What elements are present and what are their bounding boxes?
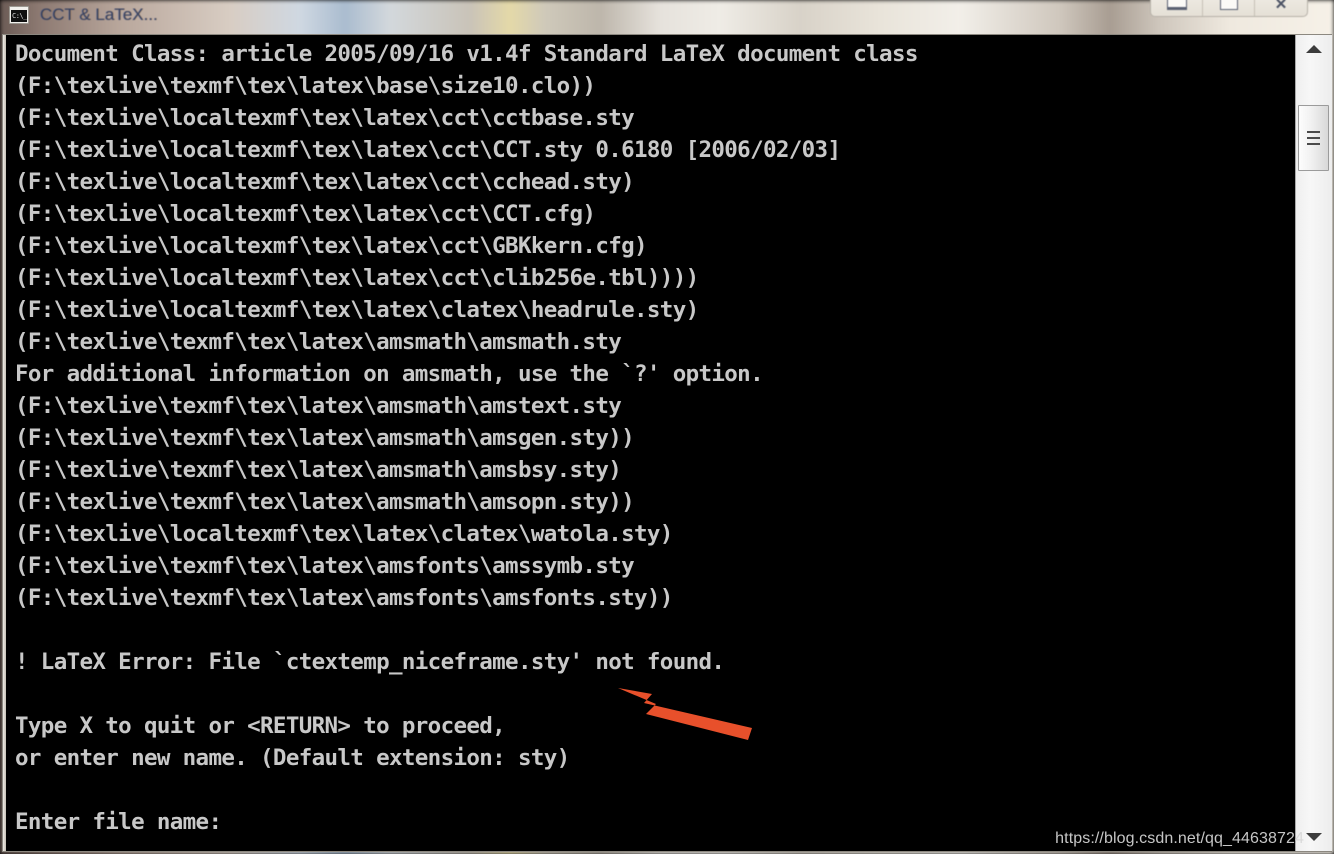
watermark-url: https://blog.csdn.net/qq_44638724 — [1055, 830, 1304, 847]
maximize-button[interactable] — [1203, 0, 1255, 16]
triangle-up-glyph — [1306, 45, 1322, 53]
console-line: Document Class: article 2005/09/16 v1.4f… — [15, 41, 918, 67]
console-line: (F:\texlive\texmf\tex\latex\amsfonts\ams… — [15, 553, 635, 579]
console-line: (F:\texlive\localtexmf\tex\latex\cct\CCT… — [15, 137, 841, 163]
console-line: (F:\texlive\texmf\tex\latex\amsmath\amsm… — [15, 329, 622, 355]
console-line: (F:\texlive\texmf\tex\latex\amsmath\amst… — [15, 393, 622, 419]
console-line: (F:\texlive\localtexmf\tex\latex\cct\GBK… — [15, 233, 648, 259]
console-line: (F:\texlive\localtexmf\tex\latex\cct\CCT… — [15, 201, 596, 227]
console-line: Type X to quit or <RETURN> to proceed, — [15, 713, 506, 739]
console-line: (F:\texlive\localtexmf\tex\latex\cct\cct… — [15, 105, 635, 131]
close-icon: ✕ — [1274, 0, 1288, 13]
console-line: or enter new name. (Default extension: s… — [15, 745, 570, 771]
console-line: (F:\texlive\texmf\tex\latex\amsmath\amsg… — [15, 425, 635, 451]
console-line: ! LaTeX Error: File `ctextemp_niceframe.… — [15, 649, 725, 675]
console-line: (F:\texlive\localtexmf\tex\latex\clatex\… — [15, 521, 673, 547]
console-output-area[interactable]: Document Class: article 2005/09/16 v1.4f… — [6, 35, 1295, 851]
console-line: (F:\texlive\texmf\tex\latex\amsmath\amsb… — [15, 457, 622, 483]
minimize-icon — [1166, 0, 1187, 10]
triangle-down-glyph — [1306, 833, 1322, 841]
console-window: Document Class: article 2005/09/16 v1.4f… — [2, 34, 1332, 852]
window-title: CCT & LaTeX... — [40, 5, 158, 24]
console-scrollbar[interactable] — [1295, 35, 1332, 851]
grip-line — [1307, 137, 1320, 139]
close-button[interactable]: ✕ — [1255, 0, 1307, 16]
console-line: (F:\texlive\texmf\tex\latex\base\size10.… — [15, 73, 596, 99]
cmd-console-icon: C:\_ — [9, 6, 29, 24]
cmd-icon-prompt: C:\_ — [11, 10, 27, 22]
console-line: (F:\texlive\localtexmf\tex\latex\clatex\… — [15, 297, 699, 323]
grip-line — [1307, 131, 1320, 133]
grip-line — [1307, 143, 1320, 145]
scrollbar-thumb[interactable] — [1298, 105, 1329, 171]
console-line: For additional information on amsmath, u… — [15, 361, 764, 387]
console-line: (F:\texlive\localtexmf\tex\latex\cct\cli… — [15, 265, 699, 291]
scroll-up-arrow-icon[interactable] — [1296, 35, 1332, 63]
minimize-button[interactable] — [1151, 0, 1203, 16]
window-controls[interactable]: ✕ — [1150, 0, 1308, 17]
console-line: (F:\texlive\localtexmf\tex\latex\cct\cch… — [15, 169, 635, 195]
console-line: (F:\texlive\texmf\tex\latex\amsmath\amso… — [15, 489, 635, 515]
console-line: (F:\texlive\texmf\tex\latex\amsfonts\ams… — [15, 585, 673, 611]
maximize-icon — [1219, 0, 1238, 10]
window-titlebar[interactable]: C:\_ CCT & LaTeX... ✕ — [0, 0, 1334, 30]
